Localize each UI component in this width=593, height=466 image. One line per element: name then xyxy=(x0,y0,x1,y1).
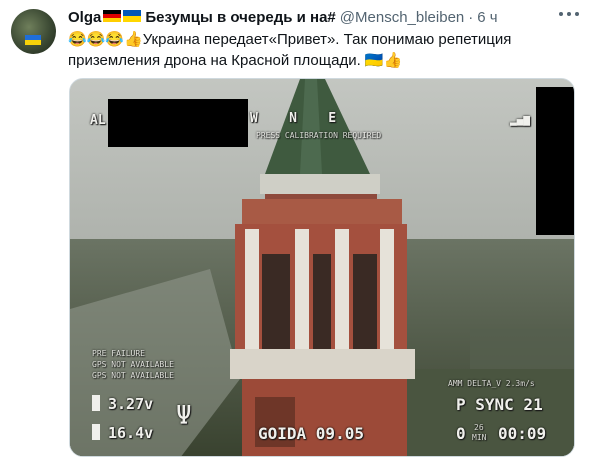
more-options-icon[interactable] xyxy=(559,7,579,21)
osd-compass: W N E xyxy=(250,111,337,126)
osd-timer-label-bottom: MIN xyxy=(472,433,487,442)
redaction-box-right xyxy=(536,87,574,235)
avatar-flag-icon xyxy=(25,35,41,45)
osd-battery-2: 16.4v xyxy=(108,424,154,442)
battery-icon-1 xyxy=(92,395,100,411)
trident-icon: Ψ xyxy=(176,401,192,431)
osd-status-1: PRE FAILURE xyxy=(92,349,145,358)
author-handle[interactable]: @Mensch_bleiben xyxy=(340,9,464,26)
osd-delta: AMM DELTA_V 2.3m/s xyxy=(448,379,535,388)
osd-status-3: GPS NOT AVAILABLE xyxy=(92,371,174,380)
osd-zero: 0 xyxy=(456,424,466,443)
battery-icon-2 xyxy=(92,424,100,440)
tweet-header: Olga Безумцы в очередь и на# @Mensch_ble… xyxy=(68,6,498,28)
osd-sync: P SYNC 21 xyxy=(456,395,543,414)
tweet-video[interactable]: AL W N E PRESS CALIBRATION REQUIRED ▂▄▆ … xyxy=(69,78,575,457)
signal-icon: ▂▄▆ xyxy=(510,113,530,126)
osd-battery-1: 3.27v xyxy=(108,395,154,413)
tweet[interactable]: Olga Безумцы в очередь и на# @Mensch_ble… xyxy=(0,0,593,466)
osd-calibration: PRESS CALIBRATION REQUIRED xyxy=(256,131,382,140)
germany-flag-icon xyxy=(103,10,122,22)
osd-timer-label-top: 26 xyxy=(474,423,484,432)
author-name[interactable]: Olga xyxy=(68,9,101,26)
tweet-text: 😂😂😂👍Украина передает«Привет». Так понима… xyxy=(68,29,578,71)
tweet-text-line-1: 😂😂😂👍Украина передает«Привет». Так понима… xyxy=(68,31,512,48)
osd-callsign: GOIDA 09.05 xyxy=(258,424,364,443)
avatar[interactable] xyxy=(11,9,56,54)
tweet-text-line-2: приземления дрона на Красной площади. 🇺🇦… xyxy=(68,52,403,69)
osd-top-left: AL xyxy=(90,113,106,128)
tweet-timestamp[interactable]: 6 ч xyxy=(477,9,497,26)
separator-dot: · xyxy=(468,8,474,26)
redaction-box-top xyxy=(108,99,248,147)
osd-timer: 00:09 xyxy=(498,424,547,443)
osd-status-2: GPS NOT AVAILABLE xyxy=(92,360,174,369)
ukraine-flag-icon xyxy=(123,10,142,22)
author-name-suffix[interactable]: Безумцы в очередь и на# xyxy=(145,9,335,26)
